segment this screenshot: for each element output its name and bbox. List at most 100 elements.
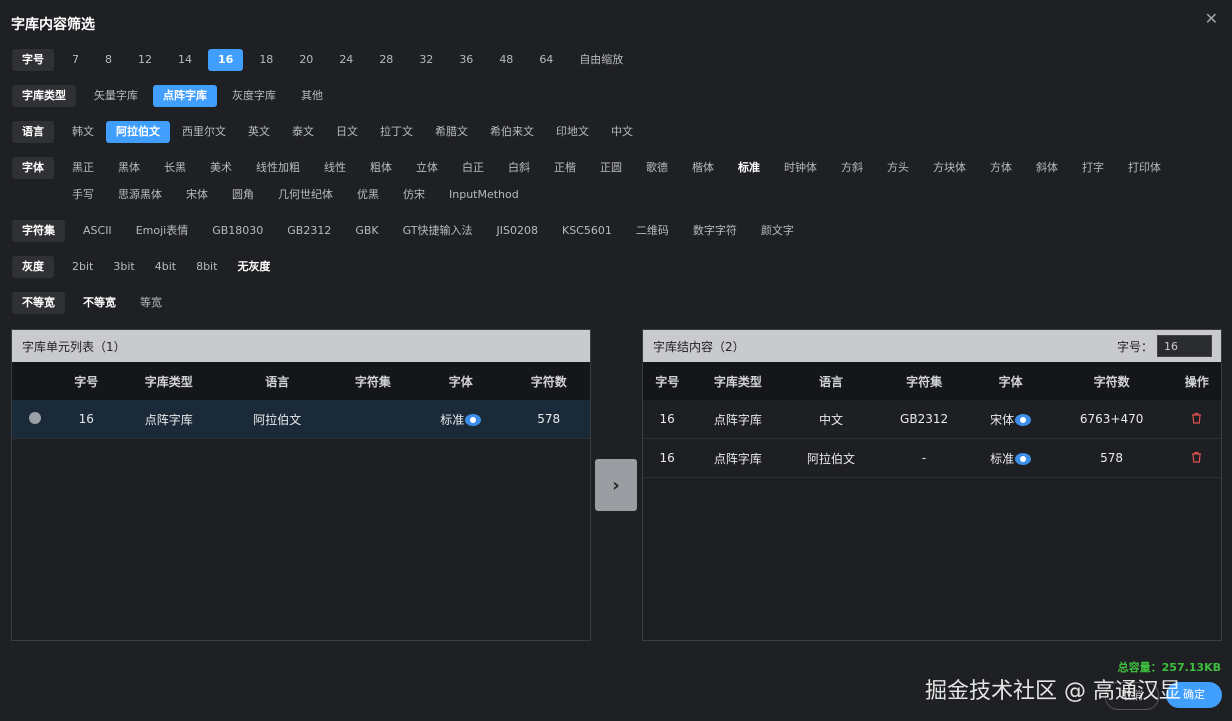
filter-option-font[interactable]: 粗体 bbox=[360, 157, 402, 179]
filter-option-charset[interactable]: 二维码 bbox=[626, 220, 679, 242]
filter-option-charset[interactable]: GB2312 bbox=[277, 220, 341, 242]
filter-option-size[interactable]: 18 bbox=[249, 49, 283, 71]
filter-option-language[interactable]: 希伯来文 bbox=[480, 121, 544, 143]
filter-option-type[interactable]: 灰度字库 bbox=[222, 85, 286, 107]
filter-option-size[interactable]: 自由缩放 bbox=[569, 49, 633, 71]
filter-option-size[interactable]: 16 bbox=[208, 49, 244, 71]
filter-option-font[interactable]: 线性加粗 bbox=[246, 157, 310, 179]
table-row[interactable]: 16 点阵字库 阿拉伯文 标准 578 bbox=[12, 400, 590, 439]
cell-size: 16 bbox=[58, 400, 115, 439]
filter-option-font[interactable]: 方块体 bbox=[923, 157, 976, 179]
filter-option-language[interactable]: 印地文 bbox=[546, 121, 599, 143]
filter-option-font[interactable]: 黑正 bbox=[62, 157, 104, 179]
trash-icon[interactable] bbox=[1191, 451, 1202, 466]
filter-option-font[interactable]: 线性 bbox=[314, 157, 356, 179]
filter-option-font[interactable]: 宋体 bbox=[176, 184, 218, 206]
filter-option-size[interactable]: 64 bbox=[529, 49, 563, 71]
filter-option-charset[interactable]: GB18030 bbox=[202, 220, 273, 242]
filter-label: 字号 bbox=[12, 49, 54, 71]
filter-option-font[interactable]: 方体 bbox=[980, 157, 1022, 179]
table-row: 16 点阵字库 阿拉伯文 - 标准 578 bbox=[643, 438, 1221, 478]
filter-option-charset[interactable]: Emoji表情 bbox=[126, 220, 199, 242]
filter-option-type[interactable]: 矢量字库 bbox=[84, 85, 148, 107]
filter-option-font[interactable]: 时钟体 bbox=[774, 157, 827, 179]
trash-icon[interactable] bbox=[1191, 412, 1202, 427]
filter-option-font[interactable]: 方头 bbox=[877, 157, 919, 179]
filter-label: 不等宽 bbox=[12, 292, 65, 314]
filter-option-font[interactable]: 美术 bbox=[200, 157, 242, 179]
filter-option-language[interactable]: 西里尔文 bbox=[172, 121, 236, 143]
filter-option-language[interactable]: 阿拉伯文 bbox=[106, 121, 170, 143]
filter-option-language[interactable]: 希腊文 bbox=[425, 121, 478, 143]
filter-option-font[interactable]: 打印体 bbox=[1118, 157, 1171, 179]
eye-icon[interactable] bbox=[1015, 414, 1032, 426]
eye-icon[interactable] bbox=[1015, 453, 1032, 465]
filter-option-size[interactable]: 36 bbox=[449, 49, 483, 71]
filter-option-language[interactable]: 韩文 bbox=[62, 121, 104, 143]
filter-option-size[interactable]: 20 bbox=[289, 49, 323, 71]
filter-option-language[interactable]: 泰文 bbox=[282, 121, 324, 143]
filter-width-row: 不等宽 不等宽 等宽 bbox=[12, 292, 172, 314]
filter-option-charset[interactable]: GBK bbox=[345, 220, 388, 242]
filter-option-size[interactable]: 48 bbox=[489, 49, 523, 71]
row-select-cell[interactable] bbox=[12, 400, 58, 439]
filter-option-width[interactable]: 不等宽 bbox=[73, 292, 126, 314]
filter-option-gray[interactable]: 3bit bbox=[103, 256, 144, 278]
filter-option-gray[interactable]: 4bit bbox=[145, 256, 186, 278]
filter-option-font[interactable]: 斜体 bbox=[1026, 157, 1068, 179]
filter-option-language[interactable]: 英文 bbox=[238, 121, 280, 143]
filter-option-font[interactable]: 标准 bbox=[728, 157, 770, 179]
cell-size: 16 bbox=[643, 438, 692, 478]
filter-option-font[interactable]: 手写 bbox=[62, 184, 104, 206]
filter-gray-row: 灰度 2bit 3bit 4bit 8bit 无灰度 bbox=[12, 256, 280, 278]
filter-option-font[interactable]: 几何世纪体 bbox=[268, 184, 343, 206]
filter-option-size[interactable]: 24 bbox=[329, 49, 363, 71]
filter-option-font[interactable]: 思源黑体 bbox=[108, 184, 172, 206]
filter-option-charset[interactable]: KSC5601 bbox=[552, 220, 622, 242]
filter-option-charset[interactable]: GT快捷输入法 bbox=[393, 220, 483, 242]
filter-option-gray[interactable]: 8bit bbox=[186, 256, 227, 278]
filter-option-type[interactable]: 点阵字库 bbox=[153, 85, 217, 107]
filter-option-charset[interactable]: 颜文字 bbox=[751, 220, 804, 242]
filter-option-font[interactable]: 白斜 bbox=[498, 157, 540, 179]
filter-option-type[interactable]: 其他 bbox=[291, 85, 333, 107]
filter-option-gray[interactable]: 无灰度 bbox=[227, 256, 280, 278]
filter-option-font[interactable]: 立体 bbox=[406, 157, 448, 179]
filter-option-font[interactable]: 圆角 bbox=[222, 184, 264, 206]
filter-option-gray[interactable]: 2bit bbox=[62, 256, 103, 278]
filter-option-language[interactable]: 中文 bbox=[601, 121, 643, 143]
filter-option-font[interactable]: InputMethod bbox=[439, 184, 529, 206]
filter-option-font[interactable]: 黑体 bbox=[108, 157, 150, 179]
column-header: 字号 bbox=[58, 362, 115, 400]
column-header: 字体 bbox=[414, 362, 508, 400]
filter-option-font[interactable]: 正楷 bbox=[544, 157, 586, 179]
eye-icon[interactable] bbox=[465, 414, 482, 426]
filter-option-language[interactable]: 拉丁文 bbox=[370, 121, 423, 143]
cell-language: 中文 bbox=[784, 400, 878, 439]
filter-option-charset[interactable]: 数字字符 bbox=[683, 220, 747, 242]
filter-option-font[interactable]: 白正 bbox=[452, 157, 494, 179]
filter-option-font[interactable]: 楷体 bbox=[682, 157, 724, 179]
filter-option-size[interactable]: 14 bbox=[168, 49, 202, 71]
filter-option-font[interactable]: 歌德 bbox=[636, 157, 678, 179]
filter-option-size[interactable]: 32 bbox=[409, 49, 443, 71]
filter-option-font[interactable]: 仿宋 bbox=[393, 184, 435, 206]
filter-option-size[interactable]: 12 bbox=[128, 49, 162, 71]
filter-option-font[interactable]: 优黑 bbox=[347, 184, 389, 206]
filter-option-charset[interactable]: ASCII bbox=[73, 220, 122, 242]
filter-option-size[interactable]: 7 bbox=[62, 49, 89, 71]
filter-option-charset[interactable]: JIS0208 bbox=[487, 220, 548, 242]
filter-option-language[interactable]: 日文 bbox=[326, 121, 368, 143]
filter-option-width[interactable]: 等宽 bbox=[130, 292, 172, 314]
filter-option-size[interactable]: 28 bbox=[369, 49, 403, 71]
filter-option-font[interactable]: 打字 bbox=[1072, 157, 1114, 179]
radio-icon[interactable] bbox=[29, 411, 41, 424]
transfer-right-button[interactable]: › bbox=[595, 459, 637, 511]
size-input[interactable]: 16 bbox=[1157, 335, 1212, 357]
filter-option-font[interactable]: 正圆 bbox=[590, 157, 632, 179]
close-icon[interactable]: ✕ bbox=[1205, 9, 1218, 28]
filter-option-font[interactable]: 长黑 bbox=[154, 157, 196, 179]
filter-option-size[interactable]: 8 bbox=[95, 49, 122, 71]
column-header: 操作 bbox=[1172, 362, 1221, 400]
filter-option-font[interactable]: 方斜 bbox=[831, 157, 873, 179]
